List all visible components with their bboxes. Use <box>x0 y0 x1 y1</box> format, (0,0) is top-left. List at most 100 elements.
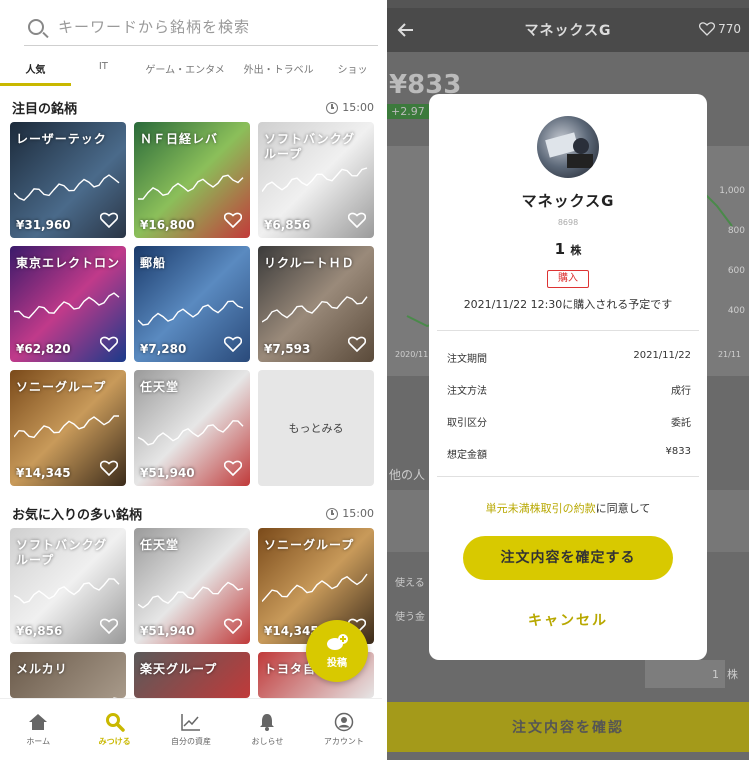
heart-icon[interactable] <box>100 336 118 352</box>
stock-price: ¥7,593 <box>264 342 311 356</box>
stock-name: 任天堂 <box>140 380 180 394</box>
chart-tick: 1,000 <box>719 186 745 196</box>
heart-icon[interactable] <box>224 336 242 352</box>
favorite-count-value: 770 <box>718 22 741 36</box>
buy-badge: 購入 <box>547 270 589 288</box>
sparkline <box>138 174 244 200</box>
terms-link[interactable]: 単元未満株取引の約款 <box>486 502 596 515</box>
detail-row: 注文方法 成行 <box>447 382 691 397</box>
stock-card[interactable]: レーザーテック ¥31,960 <box>10 122 126 238</box>
bell-icon <box>260 714 275 731</box>
stock-logo-image <box>545 132 593 168</box>
others-label: 他の人 <box>389 468 426 482</box>
nav-home[interactable]: ホーム <box>0 699 76 760</box>
heart-icon[interactable] <box>100 618 118 634</box>
section-header-featured: 注目の銘柄 15:00 <box>12 98 374 117</box>
order-confirmation-dialog: マネックスG 8698 1 株 購入 2021/11/22 12:30に購入され… <box>429 94 707 660</box>
stock-name: リクルートＨＤ <box>264 256 355 270</box>
heart-icon[interactable] <box>100 212 118 228</box>
featured-stock-grid: レーザーテック ¥31,960 ＮＦ日経レバ ¥16,800 ソフトバンクグループ ¥6,… <box>10 122 374 486</box>
post-button[interactable]: 投稿 <box>306 620 368 682</box>
favorite-count[interactable]: 770 <box>699 22 741 36</box>
clock-icon <box>326 101 339 114</box>
stock-card[interactable]: ソニーグループ ¥14,345 <box>10 370 126 486</box>
heart-icon[interactable] <box>100 460 118 476</box>
nav-label: アカウント <box>323 737 364 746</box>
row-value: 2021/11/22 <box>633 350 691 361</box>
detail-row: 注文期間 2021/11/22 <box>447 350 691 365</box>
stock-card[interactable]: 任天堂 ¥51,940 <box>134 528 250 644</box>
search-icon <box>105 713 125 732</box>
account-icon <box>334 712 354 732</box>
nav-label: ホーム <box>26 737 51 746</box>
see-more-card[interactable]: もっとみる <box>258 370 374 486</box>
stock-code: 8698 <box>557 218 579 227</box>
home-icon <box>29 714 48 730</box>
confirm-order-button[interactable]: 注文内容を確定する <box>463 536 673 580</box>
tab-travel[interactable]: 外出・トラベル <box>234 56 323 86</box>
search-icon <box>28 18 44 35</box>
stock-name: ソニーグループ <box>264 538 355 552</box>
stock-card[interactable]: リクルートＨＤ ¥7,593 <box>258 246 374 362</box>
search-input[interactable]: キーワードから銘柄を検索 <box>58 16 250 37</box>
sparkline <box>14 415 119 439</box>
cancel-button[interactable]: キャンセル <box>429 610 707 630</box>
stock-name: ＮＦ日経レバ <box>140 132 219 146</box>
heart-icon[interactable] <box>348 336 366 352</box>
nav-notifications[interactable]: おしらせ <box>229 699 305 760</box>
stock-card[interactable]: 楽天グループ <box>134 652 250 698</box>
stock-price: ¥62,820 <box>16 342 71 356</box>
chart-tick: 800 <box>727 226 745 236</box>
nav-label: おしらせ <box>251 737 284 746</box>
nav-assets[interactable]: 自分の資産 <box>153 699 229 760</box>
chat-plus-icon <box>327 633 348 650</box>
stock-card[interactable]: 郵船 ¥7,280 <box>134 246 250 362</box>
row-label: 想定金額 <box>447 450 487 461</box>
stock-card[interactable]: メルカリ <box>10 652 126 698</box>
stock-price: ¥16,800 <box>140 218 195 232</box>
chart-icon <box>181 714 201 731</box>
stock-name: レーザーテック <box>16 132 107 146</box>
stock-card[interactable]: 任天堂 ¥51,940 <box>134 370 250 486</box>
heart-icon[interactable] <box>224 618 242 634</box>
schedule-text: 2021/11/22 12:30に購入される予定です <box>463 298 673 311</box>
row-value: ¥833 <box>665 446 691 457</box>
category-tabs: 人気 IT ゲーム・エンタメ 外出・トラベル ショッ <box>0 56 382 86</box>
section-header-favorites: お気に入りの多い銘柄 15:00 <box>12 504 374 523</box>
stock-price: ¥51,940 <box>140 466 195 480</box>
heart-icon[interactable] <box>224 212 242 228</box>
stock-name: ソフトバンクグループ <box>264 132 356 161</box>
stock-price: ¥6,856 <box>16 624 63 638</box>
detail-row: 取引区分 委託 <box>447 414 691 429</box>
discover-screen: キーワードから銘柄を検索 人気 IT ゲーム・エンタメ 外出・トラベル ショッ … <box>0 0 382 760</box>
stock-card[interactable]: ソフトバンクグループ ¥6,856 <box>10 528 126 644</box>
heart-icon[interactable] <box>224 460 242 476</box>
heart-icon <box>699 22 716 36</box>
heart-icon[interactable] <box>348 212 366 228</box>
quantity-field[interactable]: 1 <box>645 660 725 688</box>
section-title: お気に入りの多い銘柄 <box>12 508 143 523</box>
row-label: 注文期間 <box>447 354 487 365</box>
stock-card[interactable]: ＮＦ日経レバ ¥16,800 <box>134 122 250 238</box>
tab-popular[interactable]: 人気 <box>0 56 71 86</box>
sparkline <box>262 573 368 602</box>
nav-label: みつける <box>98 737 131 746</box>
detail-row: 想定金額 ¥833 <box>447 446 691 461</box>
tab-game-entertainment[interactable]: ゲーム・エンタメ <box>136 56 234 86</box>
stock-card[interactable]: ソフトバンクグループ ¥6,856 <box>258 122 374 238</box>
agreement-suffix: に同意して <box>595 502 651 515</box>
nav-account[interactable]: アカウント <box>306 699 382 760</box>
sparkline <box>14 292 120 319</box>
stock-card[interactable]: 東京エレクトロン ¥62,820 <box>10 246 126 362</box>
nav-discover[interactable]: みつける <box>76 699 152 760</box>
chart-date: 2020/11 <box>395 350 429 359</box>
update-time: 15:00 <box>342 507 374 520</box>
tab-it[interactable]: IT <box>71 56 136 86</box>
confirm-order-background-button[interactable]: 注文内容を確認 <box>387 702 749 752</box>
search-bar[interactable]: キーワードから銘柄を検索 <box>24 8 378 46</box>
detail-title: マネックスG <box>524 23 612 39</box>
use-amount-label: 使う金 <box>395 612 425 623</box>
sparkline <box>138 420 244 446</box>
stock-name: 東京エレクトロン <box>16 256 121 270</box>
tab-shopping[interactable]: ショッ <box>323 56 382 86</box>
